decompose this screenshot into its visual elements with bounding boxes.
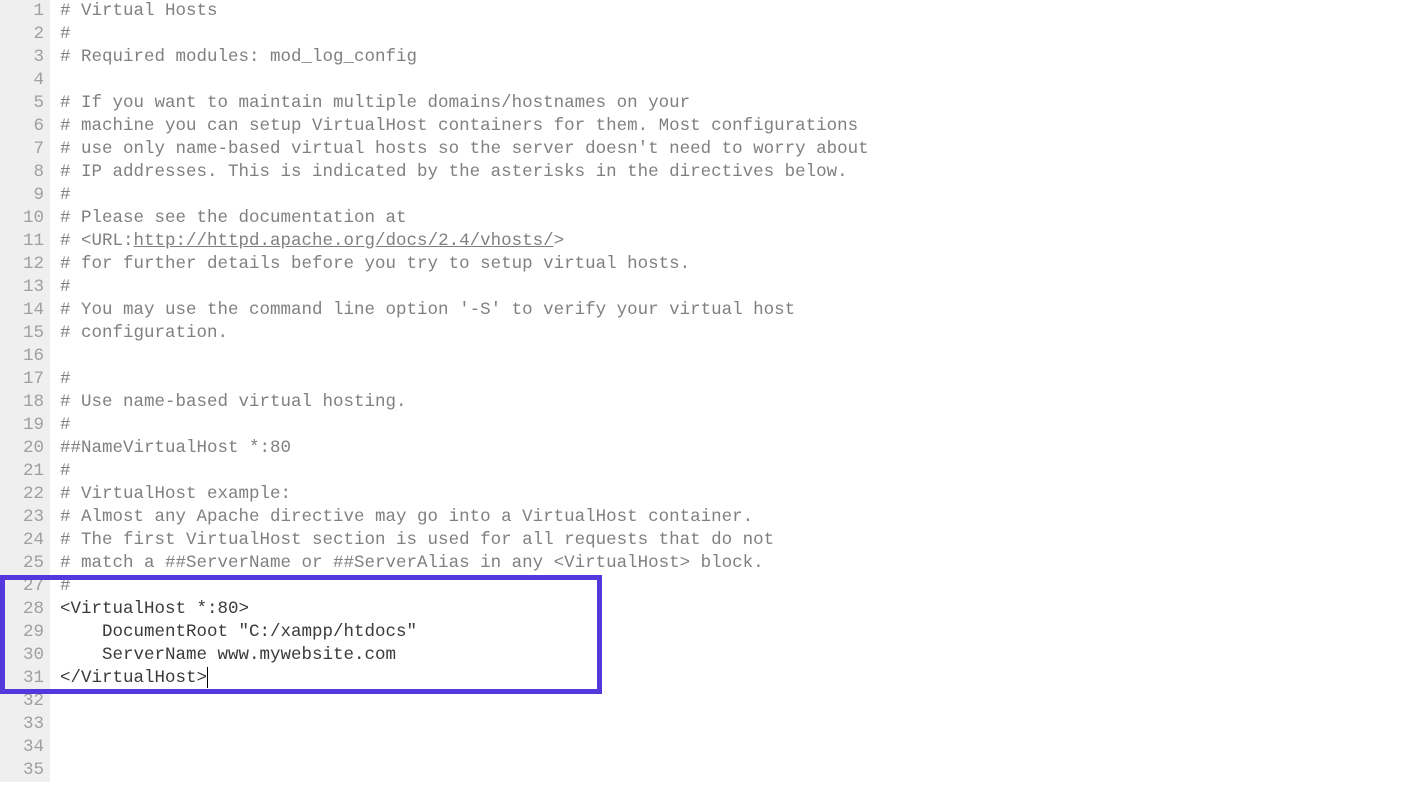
code-line[interactable]: # configuration.: [60, 322, 1408, 345]
doc-url[interactable]: http://httpd.apache.org/docs/2.4/vhosts/: [134, 231, 554, 251]
line-number: 11: [6, 230, 44, 253]
line-number: 8: [6, 161, 44, 184]
line-number: 15: [6, 322, 44, 345]
line-number-gutter: 1234567891011121314151617181920212223242…: [0, 0, 50, 782]
code-line[interactable]: # machine you can setup VirtualHost cont…: [60, 115, 1408, 138]
code-line[interactable]: # Required modules: mod_log_config: [60, 46, 1408, 69]
line-number: 27: [6, 575, 44, 598]
line-number: 2: [6, 23, 44, 46]
code-line[interactable]: #: [60, 184, 1408, 207]
code-line[interactable]: [60, 69, 1408, 92]
code-line[interactable]: # VirtualHost example:: [60, 483, 1408, 506]
line-number: 31: [6, 667, 44, 690]
line-number: 20: [6, 437, 44, 460]
code-line[interactable]: [60, 345, 1408, 368]
line-number: 24: [6, 529, 44, 552]
code-line[interactable]: # IP addresses. This is indicated by the…: [60, 161, 1408, 184]
code-line[interactable]: [60, 782, 1408, 805]
line-number: 17: [6, 368, 44, 391]
line-number: 22: [6, 483, 44, 506]
text-caret: [207, 667, 208, 688]
line-number: 35: [6, 759, 44, 782]
code-line[interactable]: # Use name-based virtual hosting.: [60, 391, 1408, 414]
code-line[interactable]: <VirtualHost *:80>: [60, 598, 1408, 621]
line-number: 5: [6, 92, 44, 115]
line-number: 18: [6, 391, 44, 414]
code-line[interactable]: #: [60, 575, 1408, 598]
line-number: 19: [6, 414, 44, 437]
line-number: 29: [6, 621, 44, 644]
code-line[interactable]: # <URL:http://httpd.apache.org/docs/2.4/…: [60, 230, 1408, 253]
code-line[interactable]: ServerName www.mywebsite.com: [60, 644, 1408, 667]
line-number: 1: [6, 0, 44, 23]
code-line[interactable]: # for further details before you try to …: [60, 253, 1408, 276]
line-number: 16: [6, 345, 44, 368]
line-number: 34: [6, 736, 44, 759]
code-line[interactable]: # match a ##ServerName or ##ServerAlias …: [60, 552, 1408, 575]
code-line[interactable]: DocumentRoot "C:/xampp/htdocs": [60, 621, 1408, 644]
line-number: 23: [6, 506, 44, 529]
code-line[interactable]: #: [60, 460, 1408, 483]
line-number: 28: [6, 598, 44, 621]
code-line[interactable]: # The first VirtualHost section is used …: [60, 529, 1408, 552]
code-line[interactable]: # Please see the documentation at: [60, 207, 1408, 230]
line-number: 30: [6, 644, 44, 667]
line-number: 6: [6, 115, 44, 138]
line-number: 7: [6, 138, 44, 161]
line-number: 33: [6, 713, 44, 736]
code-line[interactable]: # use only name-based virtual hosts so t…: [60, 138, 1408, 161]
line-number: 3: [6, 46, 44, 69]
code-line[interactable]: # If you want to maintain multiple domai…: [60, 92, 1408, 115]
line-number: 14: [6, 299, 44, 322]
code-line[interactable]: [60, 690, 1408, 713]
code-line[interactable]: [60, 713, 1408, 736]
code-editor[interactable]: 1234567891011121314151617181920212223242…: [0, 0, 1408, 805]
line-number: 10: [6, 207, 44, 230]
code-line[interactable]: ##NameVirtualHost *:80: [60, 437, 1408, 460]
line-number: 4: [6, 69, 44, 92]
code-line[interactable]: </VirtualHost>: [60, 667, 1408, 690]
line-number: 9: [6, 184, 44, 207]
code-line[interactable]: # Almost any Apache directive may go int…: [60, 506, 1408, 529]
code-line[interactable]: #: [60, 276, 1408, 299]
code-line[interactable]: #: [60, 414, 1408, 437]
code-area[interactable]: # Virtual Hosts## Required modules: mod_…: [50, 0, 1408, 805]
line-number: 21: [6, 460, 44, 483]
line-number: 25: [6, 552, 44, 575]
code-line[interactable]: # Virtual Hosts: [60, 0, 1408, 23]
line-number: 32: [6, 690, 44, 713]
code-line[interactable]: [60, 759, 1408, 782]
line-number: 12: [6, 253, 44, 276]
code-line[interactable]: [60, 736, 1408, 759]
code-line[interactable]: # You may use the command line option '-…: [60, 299, 1408, 322]
line-number: 13: [6, 276, 44, 299]
code-line[interactable]: #: [60, 368, 1408, 391]
code-line[interactable]: #: [60, 23, 1408, 46]
